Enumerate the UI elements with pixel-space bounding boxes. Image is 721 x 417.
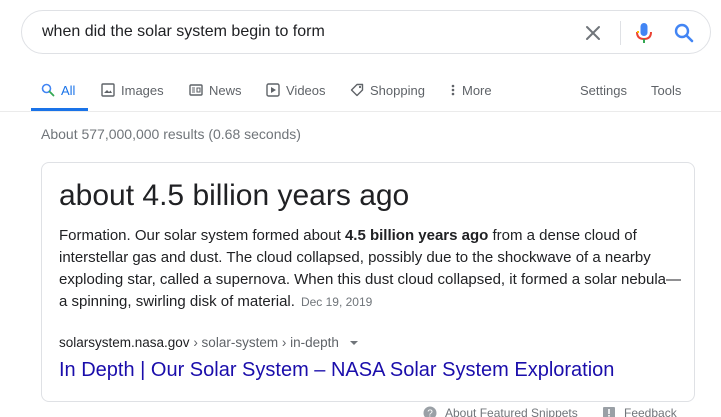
tools-label: Tools xyxy=(651,82,682,98)
caret-down-icon[interactable] xyxy=(349,336,359,351)
tab-all[interactable]: All xyxy=(41,70,75,110)
tag-icon xyxy=(350,83,364,97)
snippet-text-before: Formation. Our solar system formed about xyxy=(59,227,345,244)
help-icon: ? xyxy=(423,406,437,417)
tab-label: More xyxy=(462,82,492,98)
feedback-label: Feedback xyxy=(624,406,677,417)
search-results-page: All Images News xyxy=(0,0,721,417)
about-featured-snippets-link[interactable]: ? About Featured Snippets xyxy=(423,406,578,417)
tools-link[interactable]: Tools xyxy=(651,70,681,110)
result-title-link[interactable]: In Depth | Our Solar System – NASA Solar… xyxy=(59,359,614,382)
feedback-link[interactable]: Feedback xyxy=(602,406,677,417)
more-vert-icon xyxy=(450,83,456,97)
settings-label: Settings xyxy=(580,82,627,98)
snippet-highlight: 4.5 billion years ago xyxy=(344,227,489,244)
search-icon xyxy=(41,83,55,97)
voice-search-button[interactable] xyxy=(633,21,655,45)
tab-label: Shopping xyxy=(370,82,425,98)
snippet-date: Dec 19, 2019 xyxy=(300,295,373,309)
tab-images[interactable]: Images xyxy=(101,70,164,110)
clear-button[interactable] xyxy=(582,22,604,44)
tab-label: News xyxy=(209,82,242,98)
tab-label: All xyxy=(61,82,76,98)
breadcrumb-path: › solar-system › in-depth xyxy=(189,335,339,350)
about-label: About Featured Snippets xyxy=(445,406,578,417)
news-icon xyxy=(189,83,203,97)
search-button[interactable] xyxy=(673,22,695,44)
featured-snippet-card: about 4.5 billion years ago Formation. O… xyxy=(41,162,695,402)
result-stats: About 577,000,000 results (0.68 seconds) xyxy=(41,126,301,142)
svg-text:?: ? xyxy=(427,409,433,417)
tab-shopping[interactable]: Shopping xyxy=(350,70,425,110)
search-input[interactable] xyxy=(42,11,582,53)
snippet-text: Formation. Our solar system formed about… xyxy=(59,225,684,313)
close-icon xyxy=(586,26,600,40)
search-tabs: All Images News Videos Shopping More Set… xyxy=(0,70,721,112)
answer-title: about 4.5 billion years ago xyxy=(59,179,410,212)
tab-label: Videos xyxy=(286,82,326,98)
tab-more[interactable]: More xyxy=(450,70,492,110)
tab-videos[interactable]: Videos xyxy=(266,70,326,110)
tabs-divider xyxy=(0,111,721,112)
search-box-divider xyxy=(620,21,621,45)
tab-label: Images xyxy=(121,82,164,98)
result-breadcrumb: solarsystem.nasa.gov › solar-system › in… xyxy=(59,335,359,351)
tab-news[interactable]: News xyxy=(189,70,242,110)
search-icon xyxy=(674,23,694,43)
feedback-icon xyxy=(602,406,616,417)
settings-link[interactable]: Settings xyxy=(580,70,627,110)
search-box xyxy=(21,10,711,54)
video-icon xyxy=(266,83,280,97)
microphone-icon xyxy=(636,23,652,43)
breadcrumb-domain: solarsystem.nasa.gov xyxy=(59,335,190,350)
image-icon xyxy=(101,83,115,97)
